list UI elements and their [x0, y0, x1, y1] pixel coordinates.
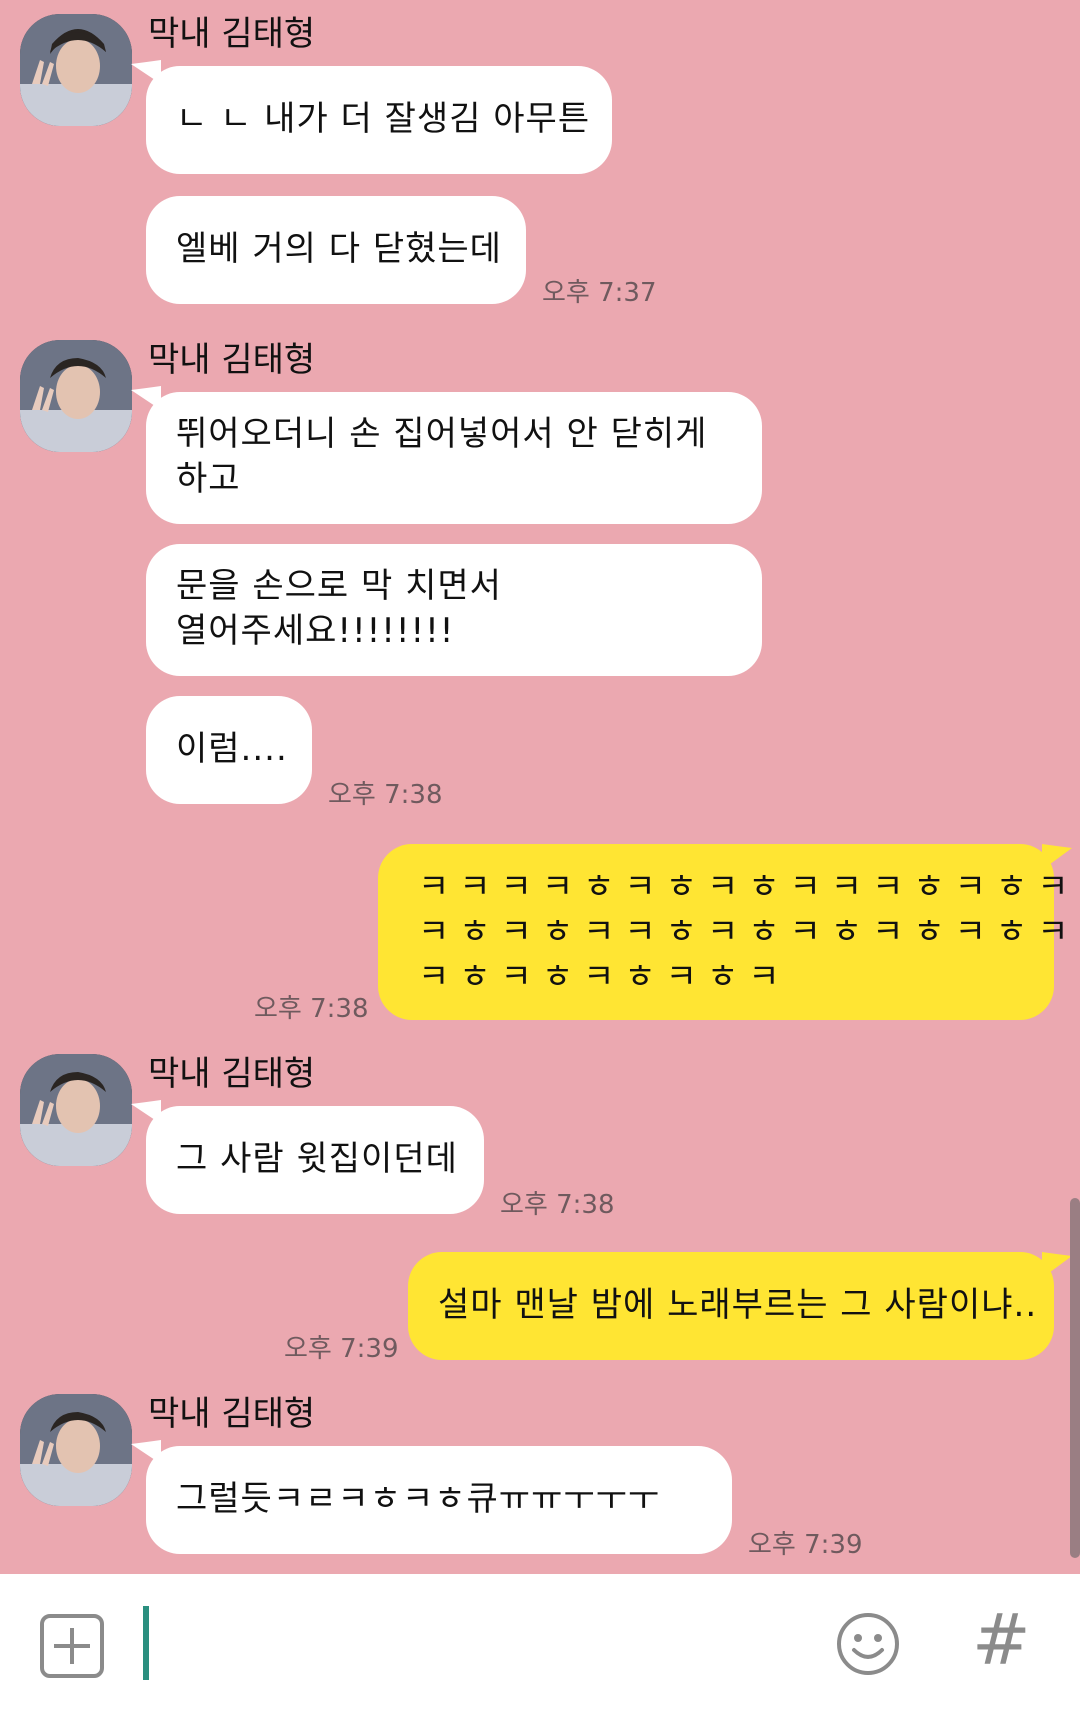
scrollbar[interactable] — [1070, 1198, 1080, 1558]
profile-photo-icon — [20, 1394, 132, 1506]
message-bubble-incoming[interactable]: 문을 손으로 막 치면서 열어주세요!!!!!!!! — [146, 544, 762, 676]
message-timestamp: 오후 7:38 — [254, 994, 369, 1024]
message-timestamp: 오후 7:39 — [284, 1334, 399, 1364]
message-bubble-incoming[interactable]: 그럴듯ㅋㄹㅋㅎㅋㅎ큐ㅠㅠㅜㅜㅜ — [146, 1446, 732, 1554]
sender-name: 막내 김태형 — [148, 1054, 316, 1094]
avatar[interactable] — [20, 14, 132, 126]
avatar[interactable] — [20, 1054, 132, 1166]
sender-name: 막내 김태형 — [148, 14, 316, 54]
message-timestamp: 오후 7:39 — [748, 1530, 863, 1560]
sender-name: 막내 김태형 — [148, 340, 316, 380]
avatar[interactable] — [20, 1394, 132, 1506]
message-text: 그럴듯ㅋㄹㅋㅎㅋㅎ큐ㅠㅠㅜㅜㅜ — [176, 1479, 661, 1519]
message-text: ㅋㅎㅋㅎㅋㅎㅋㅎㅋ — [418, 957, 790, 997]
profile-photo-icon — [20, 1054, 132, 1166]
message-text: 엘베 거의 다 닫혔는데 — [176, 229, 502, 269]
bubble-tail — [1042, 844, 1072, 870]
message-input[interactable] — [143, 1606, 149, 1680]
hashtag-button[interactable]: # — [972, 1600, 1031, 1680]
message-timestamp: 오후 7:38 — [328, 780, 443, 810]
chat-area[interactable]: 막내 김태형 ㄴ ㄴ 내가 더 잘생김 아무튼 엘베 거의 다 닫혔는데 오후 … — [0, 0, 1080, 1574]
message-bubble-incoming[interactable]: 이럼.... — [146, 696, 312, 804]
message-text: 문을 손으로 막 치면서 — [176, 566, 502, 606]
message-text: 그 사람 윗집이던데 — [176, 1139, 458, 1179]
message-bubble-outgoing[interactable]: 설마 맨날 밤에 노래부르는 그 사람이냐.. — [408, 1252, 1054, 1360]
plus-square-icon[interactable] — [40, 1614, 104, 1678]
profile-photo-icon — [20, 14, 132, 126]
smiley-icon[interactable] — [836, 1612, 900, 1676]
bubble-tail — [1042, 1252, 1072, 1278]
message-input-bar: # — [0, 1574, 1080, 1718]
avatar[interactable] — [20, 340, 132, 452]
message-text: 뛰어오더니 손 집어넣어서 안 닫히게 — [176, 414, 708, 454]
message-text: ㄴ ㄴ 내가 더 잘생김 아무튼 — [176, 99, 591, 139]
message-text: 열어주세요!!!!!!!! — [176, 611, 455, 651]
message-bubble-outgoing[interactable]: ㅋㅋㅋㅋㅎㅋㅎㅋㅎㅋㅋㅋㅎㅋㅎㅋㅎ ㅋㅎㅋㅎㅋㅋㅎㅋㅎㅋㅎㅋㅎㅋㅎㅋㅎ ㅋㅎㅋㅎ… — [378, 844, 1080, 1020]
message-bubble-incoming[interactable]: ㄴ ㄴ 내가 더 잘생김 아무튼 — [146, 66, 612, 174]
message-text: 설마 맨날 밤에 노래부르는 그 사람이냐.. — [438, 1285, 1038, 1325]
message-timestamp: 오후 7:37 — [542, 278, 657, 308]
message-text: 하고 — [176, 459, 241, 499]
message-timestamp: 오후 7:38 — [500, 1190, 615, 1220]
sender-name: 막내 김태형 — [148, 1394, 316, 1434]
message-text: ㅋㅎㅋㅎㅋㅋㅎㅋㅎㅋㅎㅋㅎㅋㅎㅋㅎ — [418, 912, 1080, 952]
message-bubble-incoming[interactable]: 엘베 거의 다 닫혔는데 — [146, 196, 526, 304]
message-bubble-incoming[interactable]: 그 사람 윗집이던데 — [146, 1106, 484, 1214]
message-text: ㅋㅋㅋㅋㅎㅋㅎㅋㅎㅋㅋㅋㅎㅋㅎㅋㅎ — [418, 867, 1080, 907]
profile-photo-icon — [20, 340, 132, 452]
message-bubble-incoming[interactable]: 뛰어오더니 손 집어넣어서 안 닫히게 하고 — [146, 392, 762, 524]
message-text: 이럼.... — [176, 729, 288, 769]
